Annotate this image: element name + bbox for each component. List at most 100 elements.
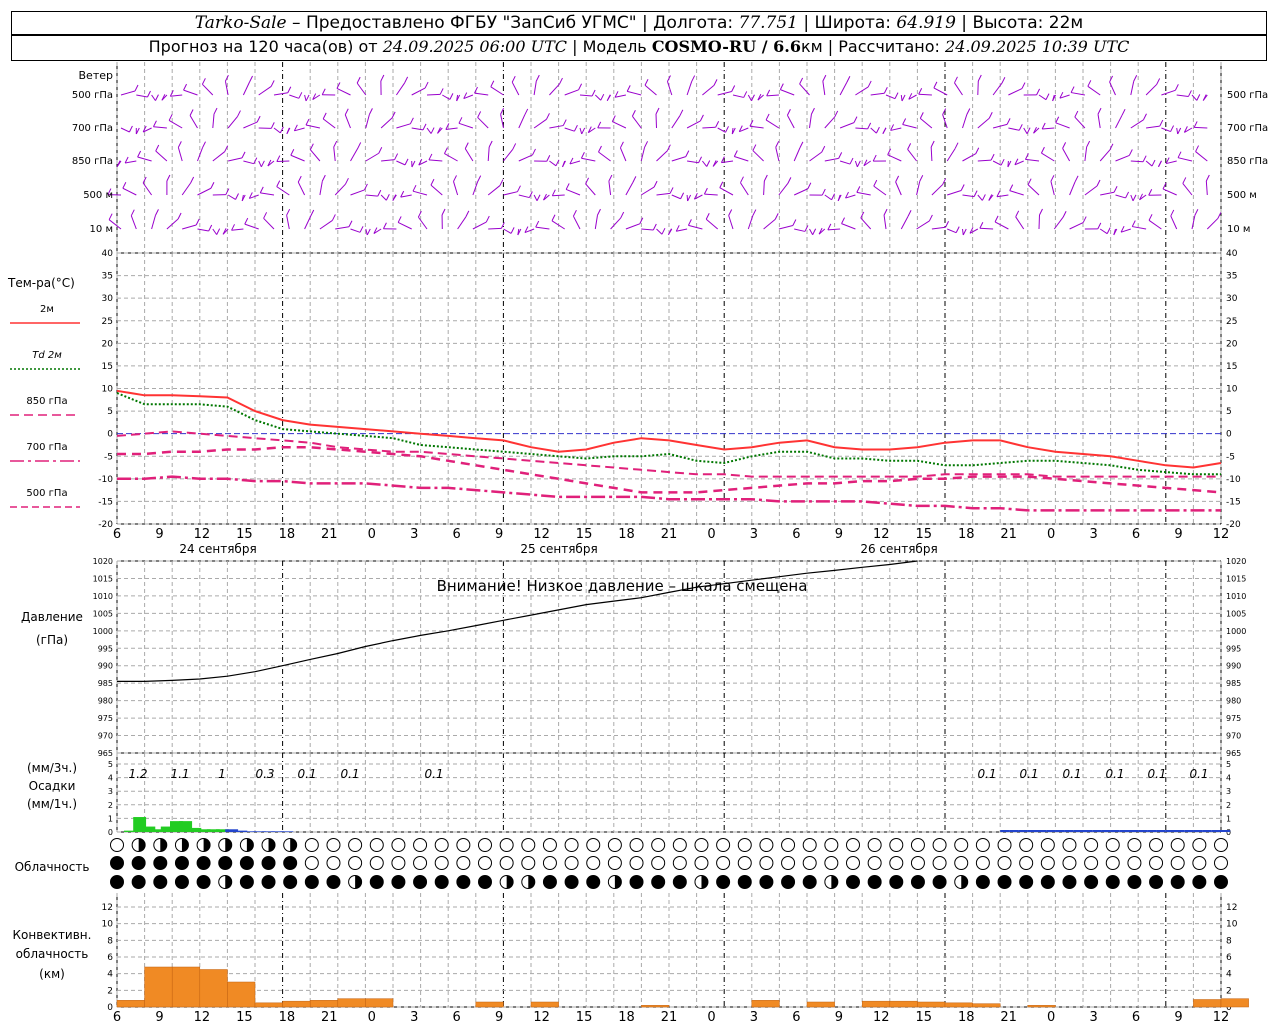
wind-barb bbox=[518, 154, 533, 162]
cloud-symbol bbox=[889, 875, 904, 889]
conv-tick-label: 6 bbox=[107, 953, 113, 963]
wind-barb bbox=[1027, 184, 1040, 196]
wind-barb-flag bbox=[608, 174, 613, 182]
wind-barb-flag bbox=[424, 81, 429, 89]
wind-barb bbox=[1041, 152, 1055, 162]
wind-barb bbox=[411, 127, 424, 131]
wind-barb bbox=[1087, 85, 1101, 96]
wind-barb bbox=[1084, 185, 1098, 196]
wind-barb-flag bbox=[297, 175, 302, 183]
cloud-symbol bbox=[456, 838, 471, 852]
cloud-symbol bbox=[1149, 856, 1164, 870]
wind-barb-flag bbox=[1097, 107, 1102, 115]
cloud-symbol bbox=[1105, 875, 1120, 889]
wind-barb bbox=[839, 160, 851, 165]
wind-barb-flag bbox=[412, 184, 417, 192]
wind-barb-flag bbox=[597, 208, 601, 216]
pressure-tick-label: 1005 bbox=[1226, 609, 1246, 618]
pressure-title: Давление bbox=[21, 610, 83, 624]
wind-barb-flag bbox=[1158, 160, 1162, 168]
wind-barb bbox=[412, 190, 428, 196]
wind-barb bbox=[579, 94, 593, 97]
wind-barb-flag bbox=[919, 112, 924, 119]
time-tick-label: 9 bbox=[495, 527, 503, 542]
wind-barb bbox=[151, 94, 156, 101]
wind-barb-flag bbox=[512, 143, 517, 150]
temp-legend-label: Td 2м bbox=[32, 350, 62, 361]
wind-level-label: 700 гПа bbox=[72, 123, 113, 134]
wind-barb-flag bbox=[719, 181, 724, 188]
wind-barb-flag bbox=[731, 85, 736, 92]
precip-trace-bar bbox=[1202, 830, 1212, 832]
wind-barb bbox=[702, 85, 715, 96]
wind-barb bbox=[734, 156, 749, 162]
cloud-symbol bbox=[1127, 838, 1142, 852]
wind-barb bbox=[350, 148, 359, 162]
precip-trace-bar bbox=[1165, 830, 1175, 832]
wind-level-label: 850 гПа bbox=[1227, 156, 1268, 167]
wind-barb bbox=[979, 227, 994, 230]
wind-barb-flag bbox=[464, 142, 469, 149]
pressure-tick-label: 985 bbox=[98, 679, 113, 688]
wind-barb-flag bbox=[453, 175, 457, 182]
wind-barb-flag bbox=[875, 126, 880, 134]
wind-barb bbox=[335, 226, 350, 230]
wind-barb-flag bbox=[237, 110, 241, 117]
wind-barb-flag bbox=[1125, 191, 1130, 199]
precip-trace-bar bbox=[1092, 830, 1102, 832]
wind-barb-flag bbox=[853, 116, 858, 123]
wind-barb bbox=[824, 194, 832, 201]
wind-barb-flag bbox=[1006, 118, 1011, 125]
wind-barb-flag bbox=[1148, 214, 1153, 221]
time-tick-label: 12 bbox=[533, 527, 550, 542]
wind-barb-flag bbox=[691, 75, 696, 82]
wind-barb bbox=[918, 93, 932, 96]
wind-barb-flag bbox=[990, 153, 995, 161]
time-tick-label: 6 bbox=[792, 1010, 800, 1024]
time-tick-label: 9 bbox=[495, 1010, 503, 1024]
wind-barb-flag bbox=[166, 174, 171, 182]
wind-barb-flag bbox=[310, 209, 315, 217]
temp-tick-label: -5 bbox=[104, 452, 113, 462]
cloud-symbol bbox=[239, 856, 254, 870]
wind-barb-flag bbox=[786, 109, 791, 116]
wind-barb bbox=[304, 94, 307, 102]
wind-barb-flag bbox=[901, 94, 906, 102]
wind-barb-flag bbox=[1000, 158, 1005, 166]
wind-barb-flag bbox=[1142, 155, 1147, 162]
wind-barb bbox=[610, 217, 622, 230]
wind-barb-flag bbox=[653, 180, 658, 188]
wind-barb-flag bbox=[535, 74, 540, 82]
pressure-tick-label: 970 bbox=[98, 732, 113, 741]
time-tick-label: 12 bbox=[533, 1010, 550, 1024]
wind-barb bbox=[1100, 191, 1115, 196]
wind-barb-flag bbox=[333, 140, 338, 148]
temp-tick-label: -15 bbox=[98, 497, 113, 507]
cloud-symbol bbox=[521, 856, 536, 870]
time-tick-label: 6 bbox=[453, 527, 461, 542]
wind-barb bbox=[931, 226, 946, 230]
wind-barb-flag bbox=[137, 150, 142, 158]
wind-barb bbox=[1194, 126, 1208, 129]
wind-barb-flag bbox=[241, 151, 246, 159]
wind-barb-flag bbox=[867, 80, 872, 88]
precip-trace-bar bbox=[1119, 830, 1129, 832]
wind-barb-flag bbox=[305, 94, 310, 102]
pressure-tick-label: 1020 bbox=[1226, 557, 1246, 566]
precip-trace-bar bbox=[1156, 830, 1166, 832]
wind-barb bbox=[276, 186, 290, 196]
time-tick-label: 3 bbox=[410, 527, 418, 542]
wind-barb bbox=[1145, 160, 1153, 167]
time-tick-label: 15 bbox=[915, 527, 932, 542]
wind-barb bbox=[430, 184, 443, 196]
wind-barb-flag bbox=[213, 107, 218, 115]
wind-barb-flag bbox=[918, 88, 923, 95]
time-tick-label: 0 bbox=[368, 1010, 376, 1024]
wind-barb bbox=[619, 147, 627, 162]
wind-barb-flag bbox=[465, 210, 470, 218]
time-tick-label: 3 bbox=[750, 527, 758, 542]
cloud-symbol bbox=[218, 856, 233, 870]
wind-barb-flag bbox=[597, 121, 602, 129]
wind-barb-flag bbox=[477, 175, 482, 182]
wind-barb-flag bbox=[305, 118, 310, 126]
